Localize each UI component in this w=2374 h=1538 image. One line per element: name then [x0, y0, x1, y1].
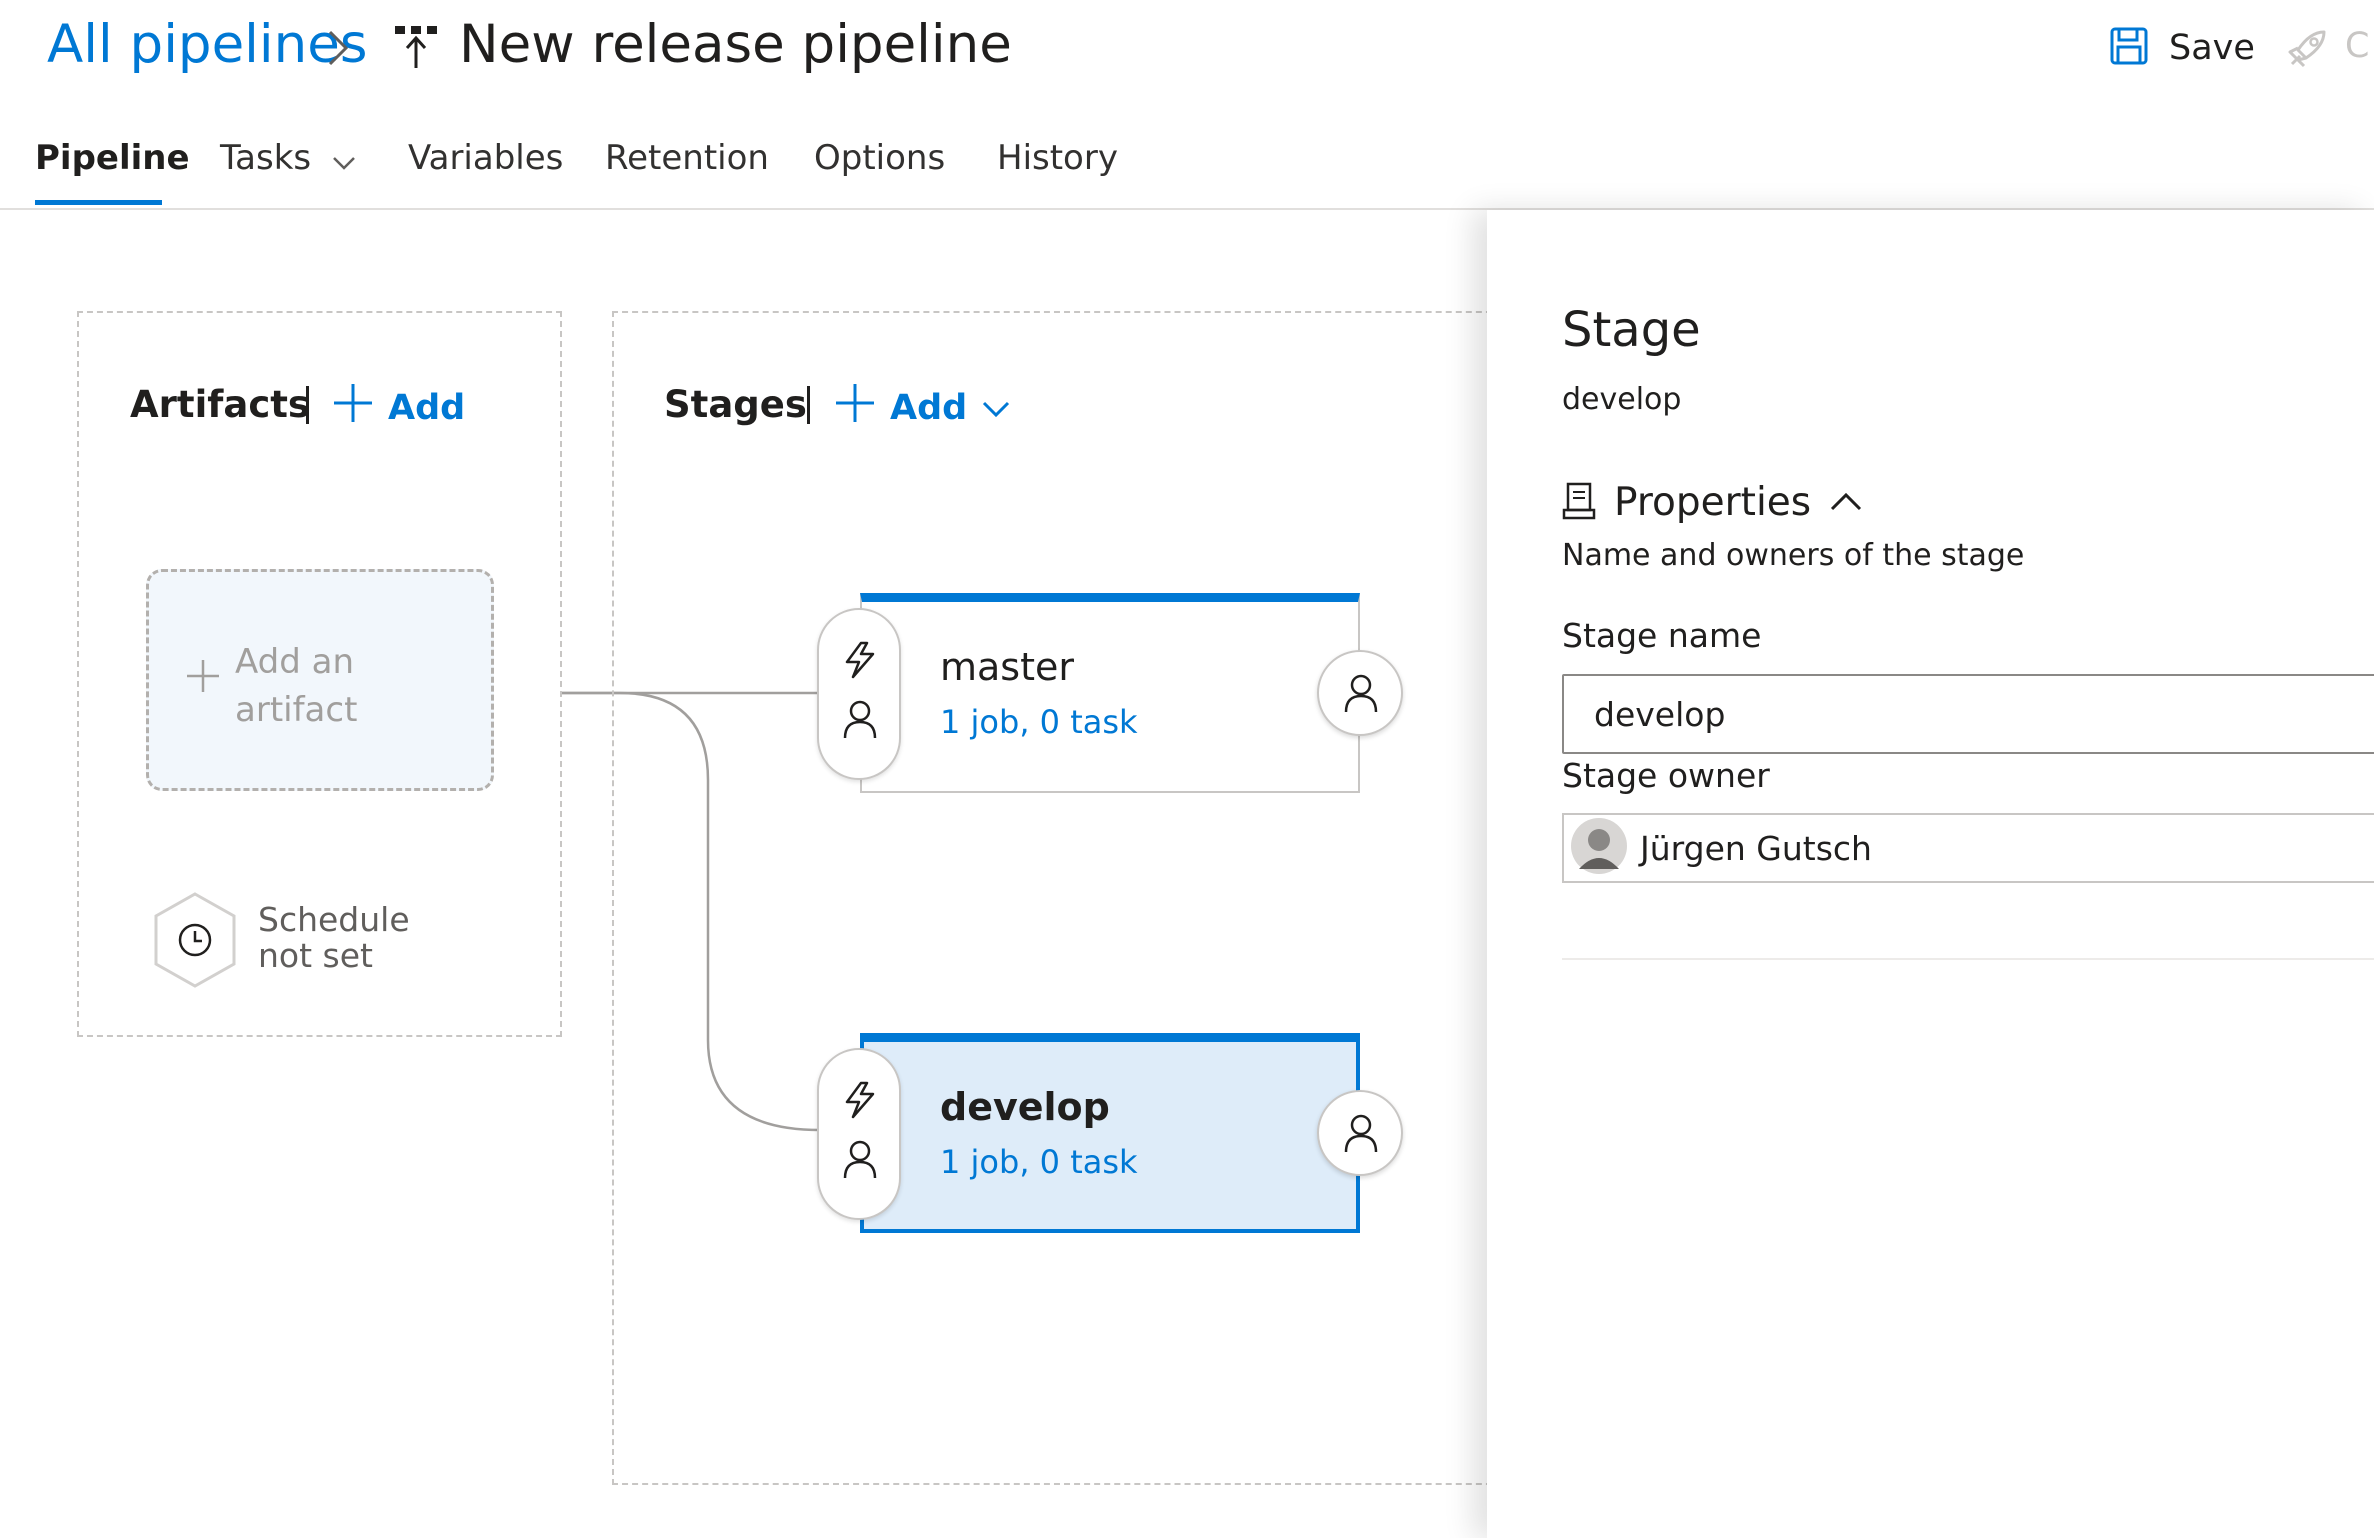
- add-stage-button[interactable]: Add: [834, 382, 1011, 433]
- plus-icon: [834, 382, 876, 433]
- stage-card-master[interactable]: [860, 593, 1360, 793]
- stage-name-label: Stage name: [1562, 616, 1762, 655]
- lightning-icon: [841, 1080, 879, 1124]
- stage-tasks-link-master[interactable]: 1 job, 0 task: [940, 703, 1138, 741]
- stage-name-develop[interactable]: develop: [940, 1085, 1110, 1129]
- title-divider: [306, 386, 309, 424]
- rocket-icon[interactable]: [2284, 28, 2328, 76]
- save-button[interactable]: Save: [2109, 26, 2255, 70]
- panel-divider: [1562, 958, 2374, 960]
- add-artifact-text: Add an artifact: [235, 638, 357, 734]
- schedule-trigger-icon[interactable]: [150, 890, 240, 994]
- add-artifact-line2: artifact: [235, 690, 358, 730]
- chevron-up-icon: [1829, 490, 1863, 516]
- add-stage-label: Add: [890, 387, 968, 428]
- schedule-line1: Schedule: [258, 900, 410, 939]
- stage-owner-label: Stage owner: [1562, 756, 1770, 795]
- lightning-icon: [841, 640, 879, 684]
- add-artifact-card[interactable]: Add an artifact: [146, 569, 494, 791]
- plus-icon: [332, 382, 374, 433]
- artifacts-title: Artifacts: [130, 383, 310, 426]
- schedule-status[interactable]: Schedule not set: [258, 902, 410, 974]
- add-artifact-label: Add: [388, 387, 466, 428]
- chevron-down-icon: [981, 388, 1011, 428]
- add-artifact-button[interactable]: Add: [332, 382, 465, 433]
- pre-deployment-conditions-develop[interactable]: [817, 1048, 901, 1220]
- properties-description: Name and owners of the stage: [1562, 538, 2025, 573]
- title-divider: [807, 386, 810, 424]
- properties-label: Properties: [1614, 480, 1812, 525]
- stage-name-master[interactable]: master: [940, 645, 1074, 689]
- stages-title: Stages: [664, 383, 807, 426]
- stage-owner-picker[interactable]: Jürgen Gutsch: [1562, 813, 2374, 883]
- queue-release-label[interactable]: C: [2345, 26, 2369, 66]
- person-icon: [841, 698, 879, 744]
- post-deployment-approvals-develop[interactable]: [1317, 1090, 1403, 1176]
- person-icon: [1342, 1112, 1380, 1158]
- properties-section-toggle[interactable]: Properties: [1562, 480, 1863, 525]
- stage-tasks-link-develop[interactable]: 1 job, 0 task: [940, 1143, 1138, 1181]
- pre-deployment-conditions-master[interactable]: [817, 608, 901, 780]
- stage-properties-panel: Stage develop Properties Name and owners…: [1487, 210, 2374, 1538]
- person-icon: [1342, 672, 1380, 718]
- stage-name-input[interactable]: [1562, 674, 2374, 754]
- stage-owner-name: Jürgen Gutsch: [1640, 828, 1872, 868]
- avatar: [1570, 817, 1628, 879]
- save-label: Save: [2169, 28, 2255, 68]
- stages-section: [612, 311, 1512, 1485]
- person-icon: [841, 1138, 879, 1184]
- post-deployment-approvals-master[interactable]: [1317, 650, 1403, 736]
- plus-icon: [185, 658, 221, 698]
- panel-subtitle: develop: [1562, 382, 1682, 417]
- panel-title: Stage: [1562, 302, 1701, 358]
- stage-card-develop[interactable]: [860, 1033, 1360, 1233]
- floppy-disk-icon: [2109, 26, 2149, 70]
- add-artifact-line1: Add an: [235, 642, 355, 682]
- schedule-line2: not set: [258, 936, 373, 975]
- properties-icon: [1562, 482, 1596, 524]
